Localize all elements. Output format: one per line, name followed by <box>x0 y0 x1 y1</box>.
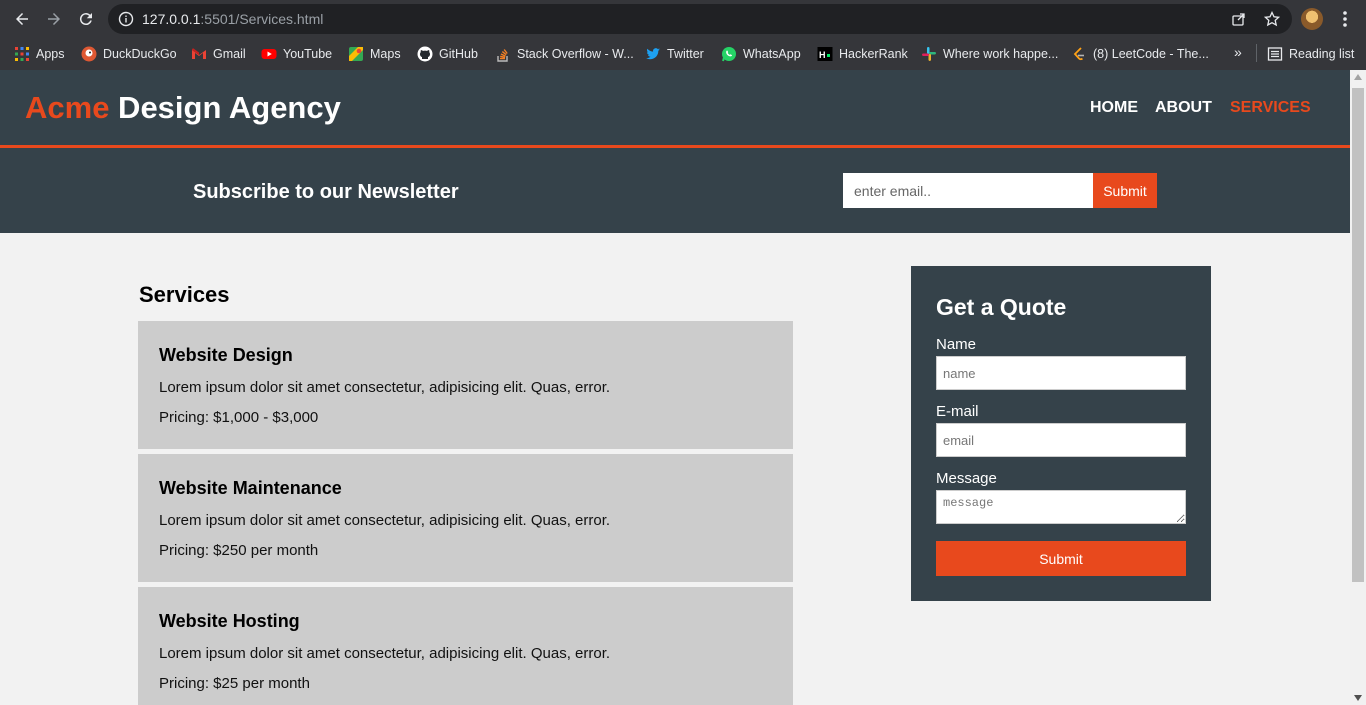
bookmark-label: Maps <box>370 47 401 61</box>
reading-list-icon <box>1267 47 1283 61</box>
duckduckgo-icon <box>81 46 97 62</box>
newsletter-section: Subscribe to our Newsletter Submit <box>0 148 1350 233</box>
leetcode-icon <box>1073 47 1084 61</box>
bookmark-label: YouTube <box>283 47 333 61</box>
bookmark-label: Twitter <box>667 47 704 61</box>
newsletter-title: Subscribe to our Newsletter <box>193 181 459 203</box>
nav-services-link[interactable]: Services <box>1230 99 1311 117</box>
url-host: 127.0.0.1 <box>142 11 201 27</box>
nav-home-link[interactable]: Home <box>1090 99 1138 117</box>
twitter-icon <box>646 48 660 60</box>
bookmarks-bar: Apps DuckDuckGo Gmail YouTube Maps GitHu… <box>0 38 1366 70</box>
nav-about-link[interactable]: About <box>1155 99 1212 117</box>
bookmark-label: HackerRank <box>839 47 908 61</box>
name-label: Name <box>936 336 977 353</box>
quote-form-panel: Get a Quote Name E-mail Message Submit <box>911 266 1211 601</box>
reading-list-label: Reading list <box>1289 47 1355 61</box>
service-description: Lorem ipsum dolor sit amet consectetur, … <box>159 512 611 529</box>
reload-icon[interactable] <box>74 7 98 31</box>
forward-arrow-icon[interactable] <box>42 7 66 31</box>
page-scrollbar[interactable] <box>1350 70 1366 705</box>
quote-title: Get a Quote <box>936 294 1067 320</box>
omnibox[interactable]: 127.0.0.1:5501/Services.html <box>108 4 1292 34</box>
scrollbar-thumb[interactable] <box>1352 88 1364 582</box>
url-path: :5501/Services.html <box>200 11 324 27</box>
service-pricing: Pricing: $25 per month <box>159 675 310 692</box>
message-label: Message <box>936 470 997 487</box>
quote-name-input[interactable] <box>936 356 1186 390</box>
bookmark-label: Where work happe... <box>943 47 1059 61</box>
slack-icon <box>922 47 936 61</box>
bookmark-twitter[interactable]: Twitter <box>645 44 704 64</box>
menu-kebab-icon[interactable] <box>1337 9 1353 29</box>
page-viewport: Acme Design Agency Home About Services S… <box>0 70 1350 705</box>
star-bookmark-icon[interactable] <box>1264 11 1280 27</box>
svg-text:H: H <box>819 50 826 60</box>
bookmarks-overflow-button[interactable]: » <box>1234 44 1242 60</box>
service-name: Website Hosting <box>159 611 300 631</box>
back-arrow-icon[interactable] <box>10 7 34 31</box>
hackerrank-icon: H <box>817 47 833 61</box>
profile-avatar[interactable] <box>1301 8 1323 30</box>
bookmark-label: DuckDuckGo <box>103 47 177 61</box>
stackoverflow-icon <box>497 49 508 62</box>
gmail-icon <box>192 48 206 59</box>
bookmark-label: Stack Overflow - W... <box>517 47 634 61</box>
service-card: Website Hosting Lorem ipsum dolor sit am… <box>138 587 793 705</box>
site-logo[interactable]: Acme Design Agency <box>25 90 341 126</box>
service-description: Lorem ipsum dolor sit amet consectetur, … <box>159 379 611 396</box>
quote-submit-button[interactable]: Submit <box>936 541 1186 576</box>
service-name: Website Maintenance <box>159 478 342 498</box>
bookmark-slack[interactable]: Where work happe... <box>921 44 1058 64</box>
bookmark-apps[interactable]: Apps <box>14 44 65 64</box>
maps-icon <box>349 47 363 61</box>
apps-grid-icon <box>15 47 29 61</box>
bookmark-label: WhatsApp <box>743 47 801 61</box>
youtube-icon <box>261 49 277 59</box>
service-card: Website Maintenance Lorem ipsum dolor si… <box>138 454 793 582</box>
bookmark-stackoverflow[interactable]: Stack Overflow - W... <box>495 44 634 64</box>
site-info-icon[interactable] <box>118 11 134 27</box>
service-card: Website Design Lorem ipsum dolor sit ame… <box>138 321 793 449</box>
bookmark-hackerrank[interactable]: H HackerRank <box>817 44 908 64</box>
whatsapp-icon <box>722 47 736 62</box>
bookmark-gmail[interactable]: Gmail <box>191 44 246 64</box>
service-description: Lorem ipsum dolor sit amet consectetur, … <box>159 645 611 662</box>
share-icon[interactable] <box>1231 11 1247 27</box>
scroll-down-arrow-icon[interactable] <box>1354 695 1362 701</box>
quote-email-input[interactable] <box>936 423 1186 457</box>
services-heading: Services <box>139 282 230 307</box>
bookmark-leetcode[interactable]: (8) LeetCode - The... <box>1071 44 1209 64</box>
brand-highlight: Acme <box>25 90 110 125</box>
scroll-up-arrow-icon[interactable] <box>1354 74 1362 80</box>
bookmark-github[interactable]: GitHub <box>417 44 478 64</box>
bookmark-whatsapp[interactable]: WhatsApp <box>721 44 801 64</box>
bookmark-label: (8) LeetCode - The... <box>1093 47 1209 61</box>
bookmark-duckduckgo[interactable]: DuckDuckGo <box>81 44 177 64</box>
newsletter-submit-button[interactable]: Submit <box>1093 173 1157 208</box>
url-text[interactable]: 127.0.0.1:5501/Services.html <box>142 11 323 27</box>
brand-name: Design Agency <box>109 90 341 125</box>
site-header: Acme Design Agency Home About Services <box>0 70 1350 148</box>
browser-chrome: 127.0.0.1:5501/Services.html Apps DuckDu… <box>0 0 1366 70</box>
quote-message-textarea[interactable] <box>936 490 1186 524</box>
service-name: Website Design <box>159 345 293 365</box>
service-pricing: Pricing: $250 per month <box>159 542 319 559</box>
email-label: E-mail <box>936 403 979 420</box>
bookmarks-divider <box>1256 44 1257 62</box>
bookmark-label: Apps <box>36 47 65 61</box>
bookmark-label: GitHub <box>439 47 478 61</box>
newsletter-email-input[interactable] <box>843 173 1093 208</box>
address-bar-row: 127.0.0.1:5501/Services.html <box>0 0 1366 38</box>
bookmark-maps[interactable]: Maps <box>348 44 401 64</box>
bookmark-label: Gmail <box>213 47 246 61</box>
reading-list-button[interactable]: Reading list <box>1267 44 1354 64</box>
bookmark-youtube[interactable]: YouTube <box>261 44 332 64</box>
github-icon <box>417 46 433 62</box>
service-pricing: Pricing: $1,000 - $3,000 <box>159 409 319 426</box>
